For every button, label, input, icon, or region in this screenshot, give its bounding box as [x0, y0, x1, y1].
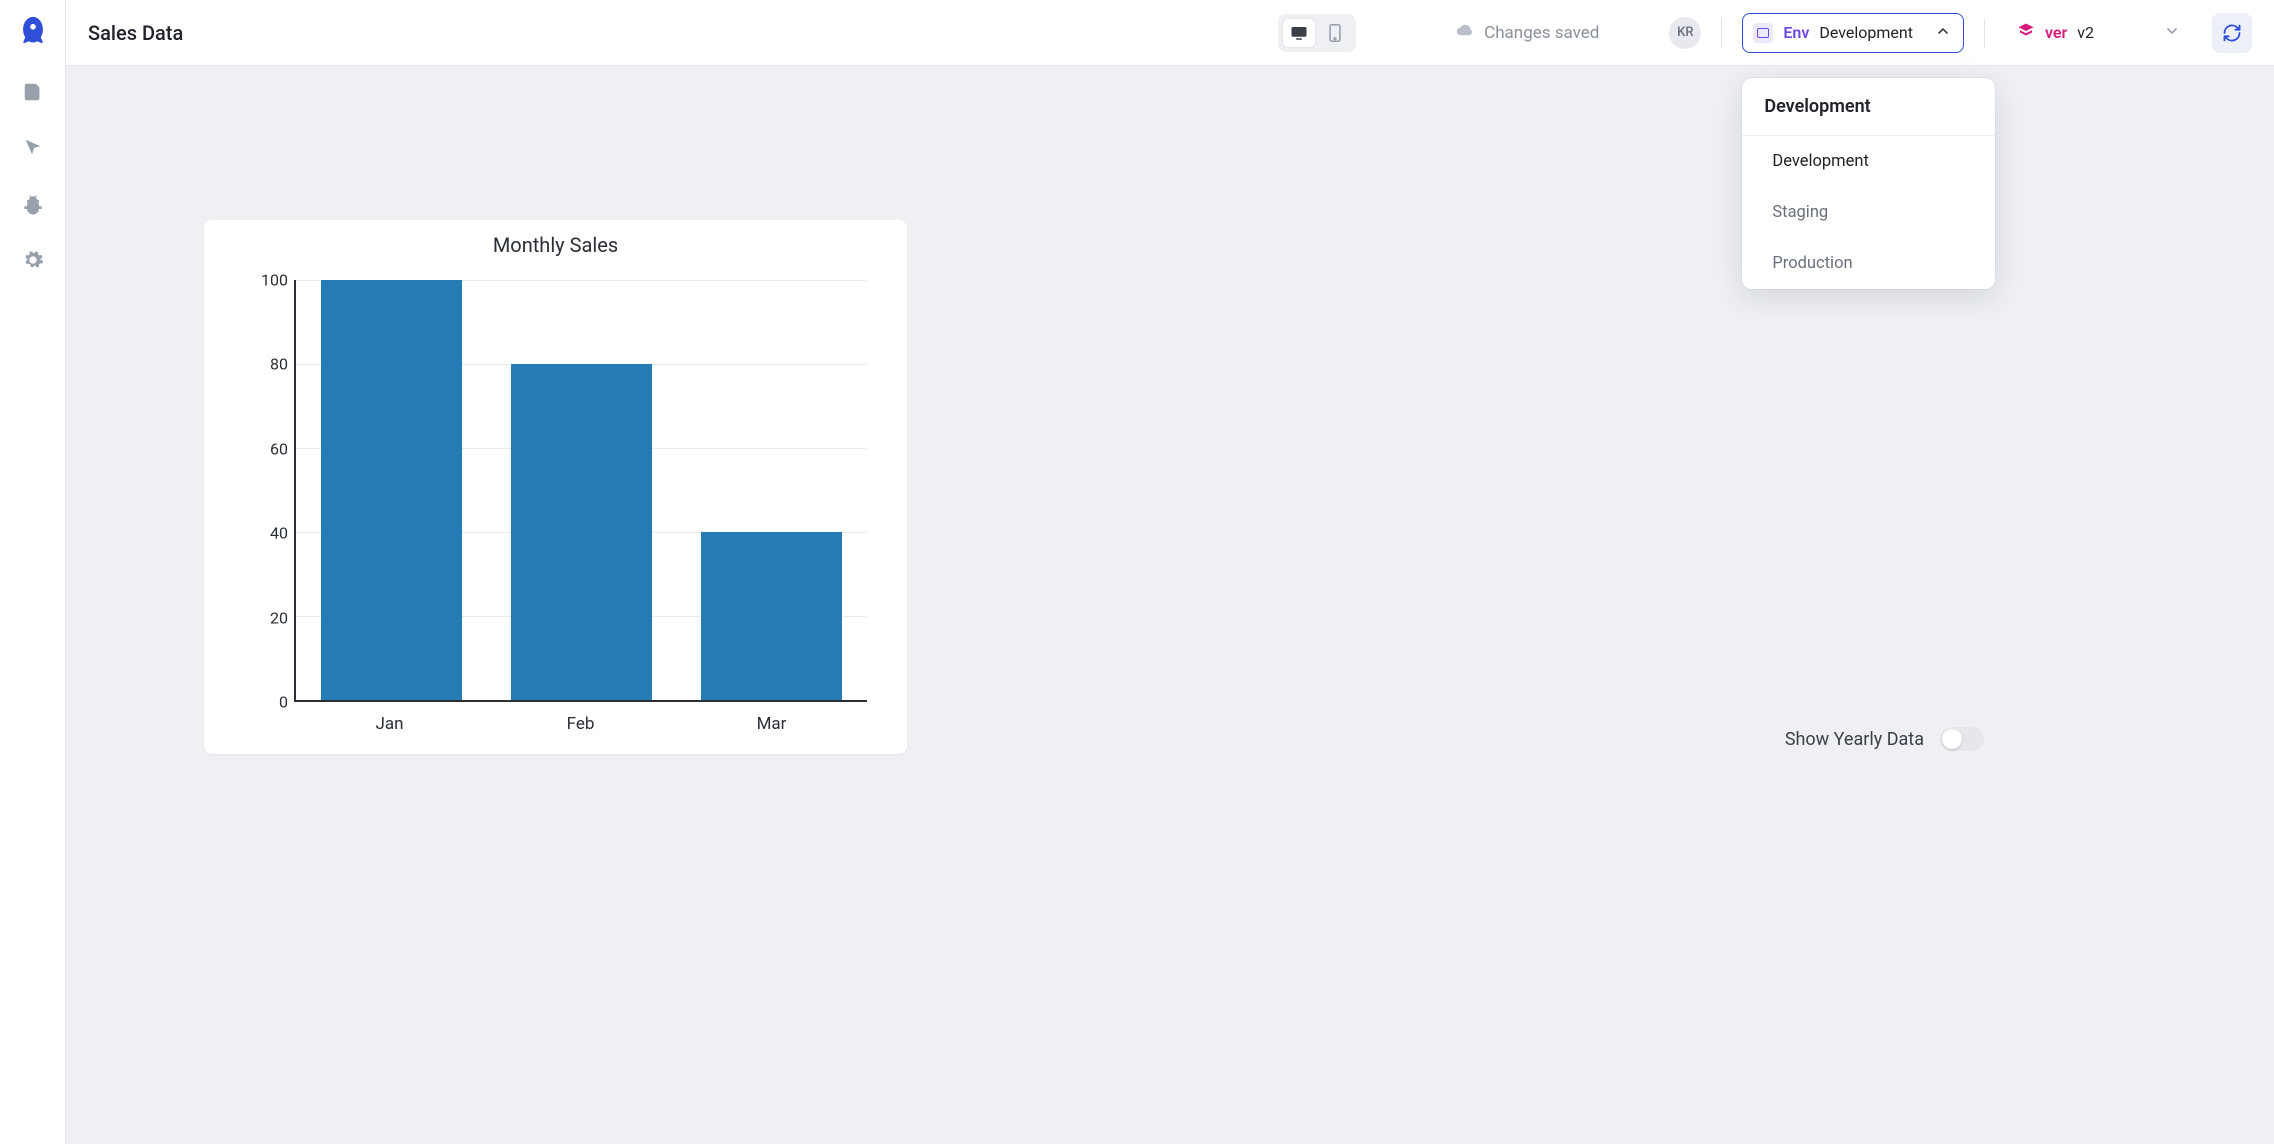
env-dropdown: Development Development Staging Producti… [1742, 78, 1995, 289]
chart-xtick: Feb [485, 714, 676, 734]
env-dropdown-head: Development [1742, 78, 1995, 136]
cloud-check-icon [1456, 21, 1474, 44]
rail-item-bug-icon[interactable] [19, 190, 47, 218]
chart-ytick: 0 [244, 693, 288, 712]
version-value: v2 [2077, 23, 2094, 42]
chart-plot: JanFebMar 020406080100 [244, 280, 877, 702]
device-desktop-button[interactable] [1282, 18, 1316, 48]
version-selector[interactable]: ver v2 [2005, 13, 2192, 53]
env-option-production[interactable]: Production [1742, 238, 1995, 289]
yearly-data-toggle: Show Yearly Data [1785, 727, 1984, 751]
rail-item-cursor-icon[interactable] [19, 134, 47, 162]
env-option-staging[interactable]: Staging [1742, 187, 1995, 238]
rail-item-settings-icon[interactable] [19, 246, 47, 274]
chevron-up-icon [1935, 23, 1951, 43]
chevron-down-icon [2164, 23, 2180, 43]
left-rail [0, 0, 66, 1144]
chart-bar-rect [321, 280, 462, 700]
env-option-development[interactable]: Development [1742, 136, 1995, 187]
env-selector[interactable]: Env Development [1742, 13, 1964, 53]
yearly-toggle-label: Show Yearly Data [1785, 729, 1924, 750]
page-title: Sales Data [88, 21, 183, 45]
chart-ytick: 40 [244, 524, 288, 543]
chart-title: Monthly Sales [204, 233, 907, 257]
chart-ytick: 100 [244, 271, 288, 290]
version-label: ver [2045, 23, 2067, 42]
yearly-toggle-switch[interactable] [1940, 727, 1984, 751]
chart-card[interactable]: Monthly Sales JanFebMar 0 20 40 60 80 100 [204, 220, 907, 754]
refresh-button[interactable] [2212, 13, 2252, 53]
chart-bar [296, 280, 486, 700]
chart-xtick: Jan [294, 714, 485, 734]
logo-rocket-icon [16, 14, 50, 48]
save-status: Changes saved [1456, 21, 1599, 44]
environment-icon [1753, 23, 1773, 43]
device-mobile-button[interactable] [1318, 18, 1352, 48]
chart-ytick: 20 [244, 608, 288, 627]
chart-bar [677, 280, 867, 700]
device-toggle [1278, 14, 1356, 52]
rail-item-page-icon[interactable] [19, 78, 47, 106]
chart-bar [486, 280, 676, 700]
user-avatar[interactable]: KR [1669, 17, 1701, 49]
separator [1984, 18, 1985, 48]
chart-ytick: 80 [244, 355, 288, 374]
layers-icon [2017, 22, 2035, 44]
top-bar: Sales Data Changes saved KR [66, 0, 2274, 66]
env-label: Env [1783, 23, 1809, 42]
switch-knob [1942, 729, 1962, 749]
env-value: Development [1819, 23, 1913, 42]
chart-bar-rect [511, 364, 652, 700]
save-status-text: Changes saved [1484, 23, 1599, 43]
chart-xtick: Mar [676, 714, 867, 734]
separator [1721, 18, 1722, 48]
chart-bar-rect [701, 532, 842, 700]
chart-ytick: 60 [244, 439, 288, 458]
